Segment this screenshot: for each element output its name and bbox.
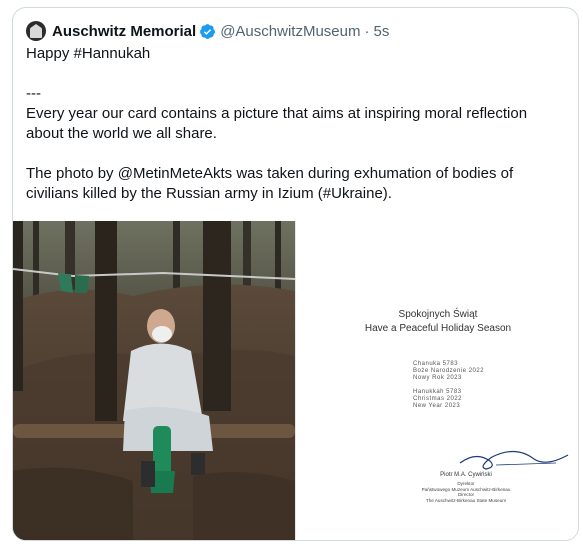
tweet-timestamp[interactable]: 5s [373, 23, 389, 40]
avatar[interactable] [26, 21, 46, 41]
date-line: New Year 2023 [413, 403, 461, 409]
tweet-line-reflection: Every year our card contains a picture t… [26, 105, 528, 142]
card-title-polish: Spokojnych Świąt [398, 309, 478, 320]
card-title-english: Have a Peaceful Holiday Season [364, 323, 512, 334]
holiday-card[interactable]: Spokojnych Świąt Have a Peaceful Holiday… [295, 221, 578, 540]
signer-roles: Dyrektor Państwowego Muzeum Auschwitz-Bi… [366, 481, 566, 503]
date-line: Nowy Rok 2023 [413, 375, 462, 381]
tweet-text: Happy #Hannukah --- Every year our card … [26, 44, 566, 204]
signer-role-line: The Auschwitz-Birkenau State Museum [425, 497, 507, 503]
meta-separator: · [364, 22, 370, 40]
forest-exhumation-photo [13, 221, 295, 540]
card-dates-polish: Chanuka 5783 Boże Narodzenie 2022 Nowy R… [413, 361, 484, 382]
tweet-media[interactable]: Spokojnych Świąt Have a Peaceful Holiday… [13, 221, 578, 540]
card-photo[interactable] [13, 221, 295, 540]
date-line: Christmas 2022 [413, 396, 463, 402]
tweet-line-photo-credit: The photo by @MetinMeteAkts was taken du… [26, 165, 514, 202]
tweet-line-divider: --- [26, 85, 41, 102]
date-line: Chanuka 5783 [413, 361, 459, 367]
tweet-line-greeting: Happy #Hannukah [26, 45, 151, 62]
author-handle[interactable]: @AuschwitzMuseum [220, 23, 360, 40]
signer-name: Piotr M.A. Cywiński [440, 472, 492, 478]
director-signature [459, 450, 569, 470]
tweet-card[interactable]: Auschwitz Memorial @AuschwitzMuseum · 5s… [12, 7, 579, 541]
tweet-header: Auschwitz Memorial @AuschwitzMuseum · 5s [26, 20, 389, 42]
verified-badge-icon [200, 23, 216, 39]
card-dates-english: Hanukkah 5783 Christmas 2022 New Year 20… [413, 389, 462, 410]
date-line: Boże Narodzenie 2022 [413, 368, 485, 374]
author-name[interactable]: Auschwitz Memorial [52, 23, 196, 40]
date-line: Hanukkah 5783 [413, 389, 462, 395]
